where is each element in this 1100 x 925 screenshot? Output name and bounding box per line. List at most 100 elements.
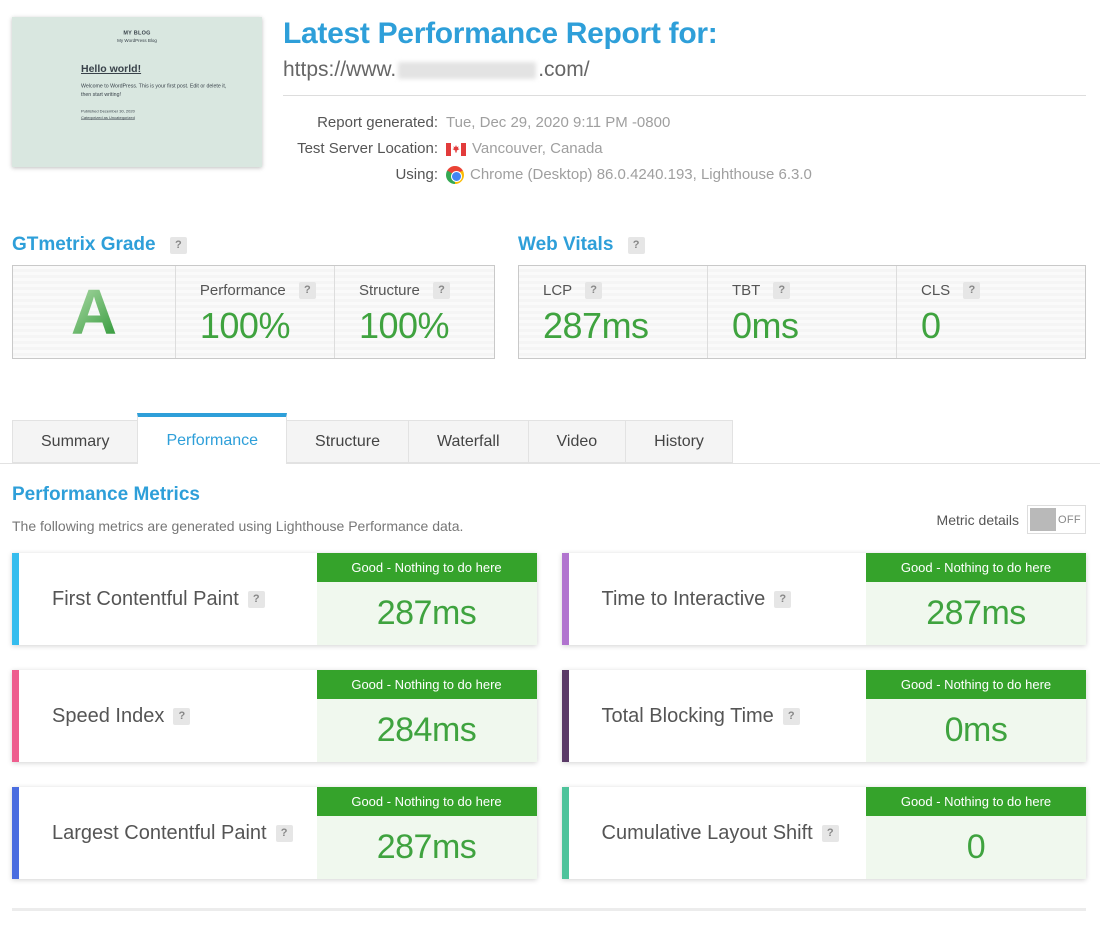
lcp-value: 287ms <box>543 305 707 347</box>
tbt-value: 0ms <box>732 305 896 347</box>
status-badge: Good - Nothing to do here <box>317 553 537 582</box>
performance-metrics-title: Performance Metrics <box>12 484 463 506</box>
thumbnail-page-render: MY BLOG My WordPress Blog Hello world! W… <box>12 17 262 167</box>
grade-help-icon[interactable]: ? <box>170 237 187 254</box>
info-row-generated: Report generated: Tue, Dec 29, 2020 9:11… <box>283 110 1086 136</box>
report-url: https://www. .com/ <box>283 58 1086 82</box>
web-vitals-panel: Web Vitals ? LCP ? 287ms TBT ? 0ms CLS <box>518 234 1086 359</box>
tab-waterfall[interactable]: Waterfall <box>408 420 529 463</box>
vitals-help-icon[interactable]: ? <box>628 237 645 254</box>
metric-value: 0ms <box>866 699 1086 762</box>
thumbnail-site-title: MY BLOG <box>12 30 262 36</box>
tab-structure[interactable]: Structure <box>286 420 409 463</box>
tab-summary[interactable]: Summary <box>12 420 138 463</box>
metric-value: 0 <box>866 816 1086 879</box>
metric-name: First Contentful Paint <box>52 588 239 611</box>
tbt-help-icon[interactable]: ? <box>773 282 790 299</box>
grade-performance-cell: Performance ? 100% <box>176 266 335 358</box>
lcp-label: LCP ? <box>543 282 707 299</box>
status-badge: Good - Nothing to do here <box>317 670 537 699</box>
performance-metrics-subtitle: The following metrics are generated usin… <box>12 518 463 534</box>
structure-score-label: Structure ? <box>359 282 494 299</box>
card-first-contentful-paint: First Contentful Paint ? Good - Nothing … <box>12 553 537 645</box>
metric-details-toggle-group: Metric details OFF <box>937 505 1086 534</box>
status-badge: Good - Nothing to do here <box>866 670 1086 699</box>
tab-performance[interactable]: Performance <box>137 413 287 464</box>
metric-cards-grid: First Contentful Paint ? Good - Nothing … <box>12 553 1086 879</box>
tti-help-icon[interactable]: ? <box>774 591 791 608</box>
performance-metrics-header: Performance Metrics The following metric… <box>12 484 1086 534</box>
toggle-state-text: OFF <box>1056 514 1083 526</box>
report-url-suffix: .com/ <box>538 58 589 82</box>
cls-help-icon[interactable]: ? <box>963 282 980 299</box>
report-tabs: Summary Performance Structure Waterfall … <box>0 413 1100 464</box>
grade-panel-title-text: GTmetrix Grade <box>12 234 156 255</box>
info-value: Vancouver, Canada <box>472 136 603 162</box>
lcp-help-icon[interactable]: ? <box>585 282 602 299</box>
tbt-label: TBT ? <box>732 282 896 299</box>
status-badge: Good - Nothing to do here <box>317 787 537 816</box>
cls-cell: CLS ? 0 <box>897 266 1085 358</box>
tab-history[interactable]: History <box>625 420 733 463</box>
metric-value: 287ms <box>866 582 1086 645</box>
vitals-panel-title: Web Vitals ? <box>518 234 1086 256</box>
card-total-blocking-time: Total Blocking Time ? Good - Nothing to … <box>562 670 1087 762</box>
grade-letter-cell: A <box>13 266 176 358</box>
grade-panel-box: A Performance ? 100% Structure ? 100% <box>12 265 495 359</box>
bottom-divider <box>12 908 1086 911</box>
chrome-browser-icon <box>446 166 464 184</box>
card-time-to-interactive: Time to Interactive ? Good - Nothing to … <box>562 553 1087 645</box>
performance-score-help-icon[interactable]: ? <box>299 282 316 299</box>
info-label: Report generated: <box>283 110 438 136</box>
lcp-cell: LCP ? 287ms <box>519 266 708 358</box>
tbt-cell: TBT ? 0ms <box>708 266 897 358</box>
metric-name: Largest Contentful Paint <box>52 822 267 845</box>
metric-name: Speed Index <box>52 705 164 728</box>
card-speed-index: Speed Index ? Good - Nothing to do here … <box>12 670 537 762</box>
lcp-label-text: LCP <box>543 282 572 299</box>
speed-index-help-icon[interactable]: ? <box>173 708 190 725</box>
lcp-card-help-icon[interactable]: ? <box>276 825 293 842</box>
metric-details-label: Metric details <box>937 512 1019 528</box>
info-label: Using: <box>283 162 438 188</box>
canada-flag-icon <box>446 143 466 156</box>
thumbnail-post-published: Published December 30, 2020 <box>81 108 231 115</box>
metric-name: Time to Interactive <box>602 588 766 611</box>
cls-label: CLS ? <box>921 282 1085 299</box>
fcp-help-icon[interactable]: ? <box>248 591 265 608</box>
cls-card-help-icon[interactable]: ? <box>822 825 839 842</box>
structure-score-value: 100% <box>359 305 494 347</box>
structure-score-help-icon[interactable]: ? <box>433 282 450 299</box>
toggle-knob <box>1030 508 1056 531</box>
score-panels: GTmetrix Grade ? A Performance ? 100% St… <box>12 234 1086 359</box>
card-cumulative-layout-shift: Cumulative Layout Shift ? Good - Nothing… <box>562 787 1087 879</box>
card-largest-contentful-paint: Largest Contentful Paint ? Good - Nothin… <box>12 787 537 879</box>
tab-video[interactable]: Video <box>528 420 627 463</box>
metric-value: 287ms <box>317 582 537 645</box>
report-header: MY BLOG My WordPress Blog Hello world! W… <box>0 0 1100 188</box>
info-value: Chrome (Desktop) 86.0.4240.193, Lighthou… <box>470 162 812 188</box>
info-row-location: Test Server Location: Vancouver, Canada <box>283 136 1086 162</box>
tbt-label-text: TBT <box>732 282 760 299</box>
status-badge: Good - Nothing to do here <box>866 553 1086 582</box>
cls-value: 0 <box>921 305 1085 347</box>
info-label: Test Server Location: <box>283 136 438 162</box>
page-screenshot-thumbnail: MY BLOG My WordPress Blog Hello world! W… <box>12 17 262 167</box>
report-url-prefix: https://www. <box>283 58 396 82</box>
metric-name: Cumulative Layout Shift <box>602 822 813 845</box>
metric-details-toggle[interactable]: OFF <box>1027 505 1086 534</box>
grade-structure-cell: Structure ? 100% <box>335 266 494 358</box>
tbt-card-help-icon[interactable]: ? <box>783 708 800 725</box>
info-row-using: Using: Chrome (Desktop) 86.0.4240.193, L… <box>283 162 1086 188</box>
metric-value: 287ms <box>317 816 537 879</box>
metric-name: Total Blocking Time <box>602 705 774 728</box>
thumbnail-post-body: Welcome to WordPress. This is your first… <box>81 82 231 99</box>
vitals-panel-box: LCP ? 287ms TBT ? 0ms CLS ? 0 <box>518 265 1086 359</box>
info-value: Tue, Dec 29, 2020 9:11 PM -0800 <box>446 110 670 136</box>
metric-value: 284ms <box>317 699 537 762</box>
gtmetrix-grade-panel: GTmetrix Grade ? A Performance ? 100% St… <box>12 234 495 359</box>
performance-score-label-text: Performance <box>200 282 286 299</box>
grade-letter: A <box>71 280 117 344</box>
structure-score-label-text: Structure <box>359 282 420 299</box>
report-info-table: Report generated: Tue, Dec 29, 2020 9:11… <box>283 110 1086 188</box>
